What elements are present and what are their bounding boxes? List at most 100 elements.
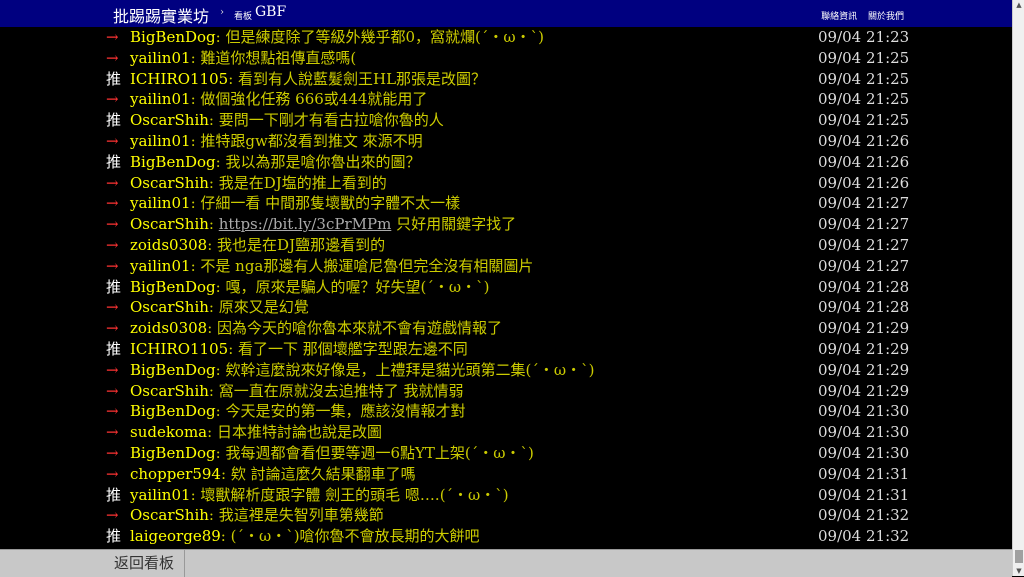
push-datetime: 09/04 21:25 <box>818 90 910 109</box>
scroll-down-arrow-icon[interactable]: ▼ <box>1013 566 1024 576</box>
push-row: → BigBenDog: 但是練度除了等級外幾乎都0，窩就爛(´・ω・`) 09/0… <box>0 27 1012 48</box>
push-content: 看了一下 那個壞艦字型跟左邊不同 <box>238 340 468 358</box>
push-datetime: 09/04 21:27 <box>818 194 910 213</box>
back-to-board-button[interactable]: 返回看板 <box>104 550 185 577</box>
push-colon: : <box>215 360 226 379</box>
push-userid: BigBenDog: 我每週都會看但要等週一6點YT上架(´・ω・`) <box>130 443 534 464</box>
push-colon: : <box>190 485 201 504</box>
push-username: OscarShih <box>130 298 209 317</box>
push-username: sudekoma <box>130 423 208 442</box>
push-datetime: 09/04 21:30 <box>818 444 910 462</box>
push-datetime: 09/04 21:29 <box>818 340 910 358</box>
push-userid: BigBenDog: 今天是安的第一集，應該沒情報才對 <box>130 401 466 422</box>
push-row: → BigBenDog: 欸幹這麼說來好像是，上禮拜是貓光頭第二集(´・ω・`) 0… <box>0 360 1012 381</box>
push-arrow-tag: → <box>106 236 119 254</box>
push-arrow-tag: → <box>106 173 119 192</box>
push-username: laigeorge89 <box>130 527 221 546</box>
push-tag: 推 <box>106 340 122 358</box>
header-links: 聯絡資訊 關於我們 <box>813 9 904 22</box>
push-username: OscarShih <box>130 381 209 400</box>
push-content: 但是練度除了等級外幾乎都0，窩就爛(´・ω・`) <box>225 28 544 46</box>
push-datetime: 09/04 21:25 <box>818 111 910 130</box>
push-username: BigBenDog <box>130 152 216 171</box>
push-colon: : <box>228 69 239 88</box>
push-username: BigBenDog <box>130 277 216 296</box>
push-datetime: 09/04 21:25 <box>818 69 910 88</box>
push-colon: : <box>215 152 226 171</box>
push-row: → yailin01: 仔細一看 中間那隻壞獸的字體不太一樣 09/04 21:27 <box>0 193 1012 214</box>
push-userid: OscarShih: https://bit.ly/3cPrMPm 只好用關鍵字… <box>130 214 516 235</box>
push-userid: OscarShih: 我這裡是失智列車第幾節 <box>130 505 384 526</box>
push-datetime: 09/04 21:29 <box>818 360 910 379</box>
push-username: zoids0308 <box>130 319 208 338</box>
push-username: BigBenDog <box>130 360 216 379</box>
push-list: → BigBenDog: 但是練度除了等級外幾乎都0，窩就爛(´・ω・`) 09/0… <box>0 27 1012 549</box>
push-userid: yailin01: 壞獸解析度跟字體 劍王的頭毛 嗯….(´・ω・`) <box>130 485 509 506</box>
push-username: ICHIRO1105 <box>130 69 229 88</box>
push-content: 要問一下剛才有看古拉嗆你魯的人 <box>218 111 444 130</box>
push-arrow-tag: → <box>106 194 119 213</box>
push-content: 欸幹這麼說來好像是，上禮拜是貓光頭第二集(´・ω・`) <box>225 360 595 379</box>
push-arrow-tag: → <box>106 48 119 67</box>
board-name-link[interactable]: GBF <box>255 4 286 20</box>
scroll-up-arrow-icon[interactable]: ▲ <box>1013 0 1024 10</box>
push-colon: : <box>208 506 219 525</box>
push-arrow-tag: → <box>106 298 119 317</box>
push-colon: : <box>190 194 201 213</box>
push-userid: OscarShih: 窩一直在原就沒去追推特了 我就情弱 <box>130 381 464 402</box>
contact-link[interactable]: 聯絡資訊 <box>821 12 857 22</box>
push-row: → OscarShih: 我是在DJ塩的推上看到的 09/04 21:26 <box>0 173 1012 194</box>
push-datetime: 09/04 21:28 <box>818 277 910 296</box>
about-link[interactable]: 關於我們 <box>868 12 904 22</box>
push-row: 推 yailin01: 壞獸解析度跟字體 劍王的頭毛 嗯….(´・ω・`) 09/0… <box>0 485 1012 506</box>
push-username: zoids0308 <box>130 236 208 254</box>
push-userid: zoids0308: 我也是在DJ鹽那邊看到的 <box>130 235 385 256</box>
top-navigation-bar: 批踢踢實業坊 › 看板 GBF 聯絡資訊 關於我們 <box>0 0 1012 27</box>
push-colon: : <box>208 111 219 130</box>
push-content: 難道你想點祖傳直感嗎( <box>200 48 357 67</box>
push-row: 推 ICHIRO1105: 看了一下 那個壞艦字型跟左邊不同 09/04 21:29 <box>0 339 1012 360</box>
push-username: yailin01 <box>130 194 191 213</box>
push-userid: BigBenDog: 我以為那是嗆你魯出來的圖？ <box>130 152 421 173</box>
push-content: 我這裡是失智列車第幾節 <box>218 506 384 525</box>
push-colon: : <box>208 298 219 317</box>
push-userid: OscarShih: 要問一下剛才有看古拉嗆你魯的人 <box>130 110 444 131</box>
push-colon: : <box>215 277 226 296</box>
push-colon: : <box>190 90 201 109</box>
push-datetime: 09/04 21:29 <box>818 319 910 338</box>
push-content: 我每週都會看但要等週一6點YT上架(´・ω・`) <box>225 444 534 462</box>
push-row: → yailin01: 推特跟gw都沒看到推文 來源不明 09/04 21:26 <box>0 131 1012 152</box>
push-arrow-tag: → <box>106 319 119 338</box>
push-colon: : <box>208 381 219 400</box>
push-username: yailin01 <box>130 485 191 504</box>
push-content: 只好用關鍵字找了 <box>391 215 517 234</box>
push-datetime: 09/04 21:28 <box>818 298 910 317</box>
push-content: 不是 nga那邊有人搬運嗆尼魯但完全沒有相關圖片 <box>200 256 534 275</box>
push-username: OscarShih <box>130 506 209 525</box>
push-userid: yailin01: 不是 nga那邊有人搬運嗆尼魯但完全沒有相關圖片 <box>130 256 533 277</box>
scroll-thumb[interactable] <box>1015 550 1023 563</box>
push-colon: : <box>215 28 226 46</box>
bottom-bar: 返回看板 <box>0 549 1012 577</box>
push-arrow-tag: → <box>106 215 119 234</box>
push-datetime: 09/04 21:31 <box>818 485 910 504</box>
push-tag: 推 <box>106 111 122 130</box>
push-row: → sudekoma: 日本推特討論也說是改圖 09/04 21:30 <box>0 422 1012 443</box>
scrollbar[interactable]: ▲ ▼ <box>1012 0 1024 576</box>
push-row: → chopper594: 欸 討論這麼久結果翻車了嗎 09/04 21:31 <box>0 464 1012 485</box>
push-row: 推 ICHIRO1105: 看到有人說藍髮劍王HL那張是改圖？ 09/04 21:2… <box>0 69 1012 90</box>
push-colon: : <box>208 173 219 192</box>
push-datetime: 09/04 21:30 <box>818 423 910 442</box>
push-username: ICHIRO1105 <box>130 340 229 358</box>
breadcrumb-separator: › <box>220 7 224 18</box>
push-tag: 推 <box>106 277 122 296</box>
push-row: → OscarShih: 我這裡是失智列車第幾節 09/04 21:32 <box>0 505 1012 526</box>
push-colon: : <box>190 256 201 275</box>
push-row: → yailin01: 做個強化任務 666或444就能用了 09/04 21:25 <box>0 89 1012 110</box>
push-arrow-tag: → <box>106 28 119 46</box>
site-title-link[interactable]: 批踢踢實業坊 <box>113 3 209 27</box>
push-link[interactable]: https://bit.ly/3cPrMPm <box>219 215 392 233</box>
push-datetime: 09/04 21:27 <box>818 215 910 234</box>
push-row: → OscarShih: https://bit.ly/3cPrMPm 只好用關鍵… <box>0 214 1012 235</box>
push-username: yailin01 <box>130 90 191 109</box>
